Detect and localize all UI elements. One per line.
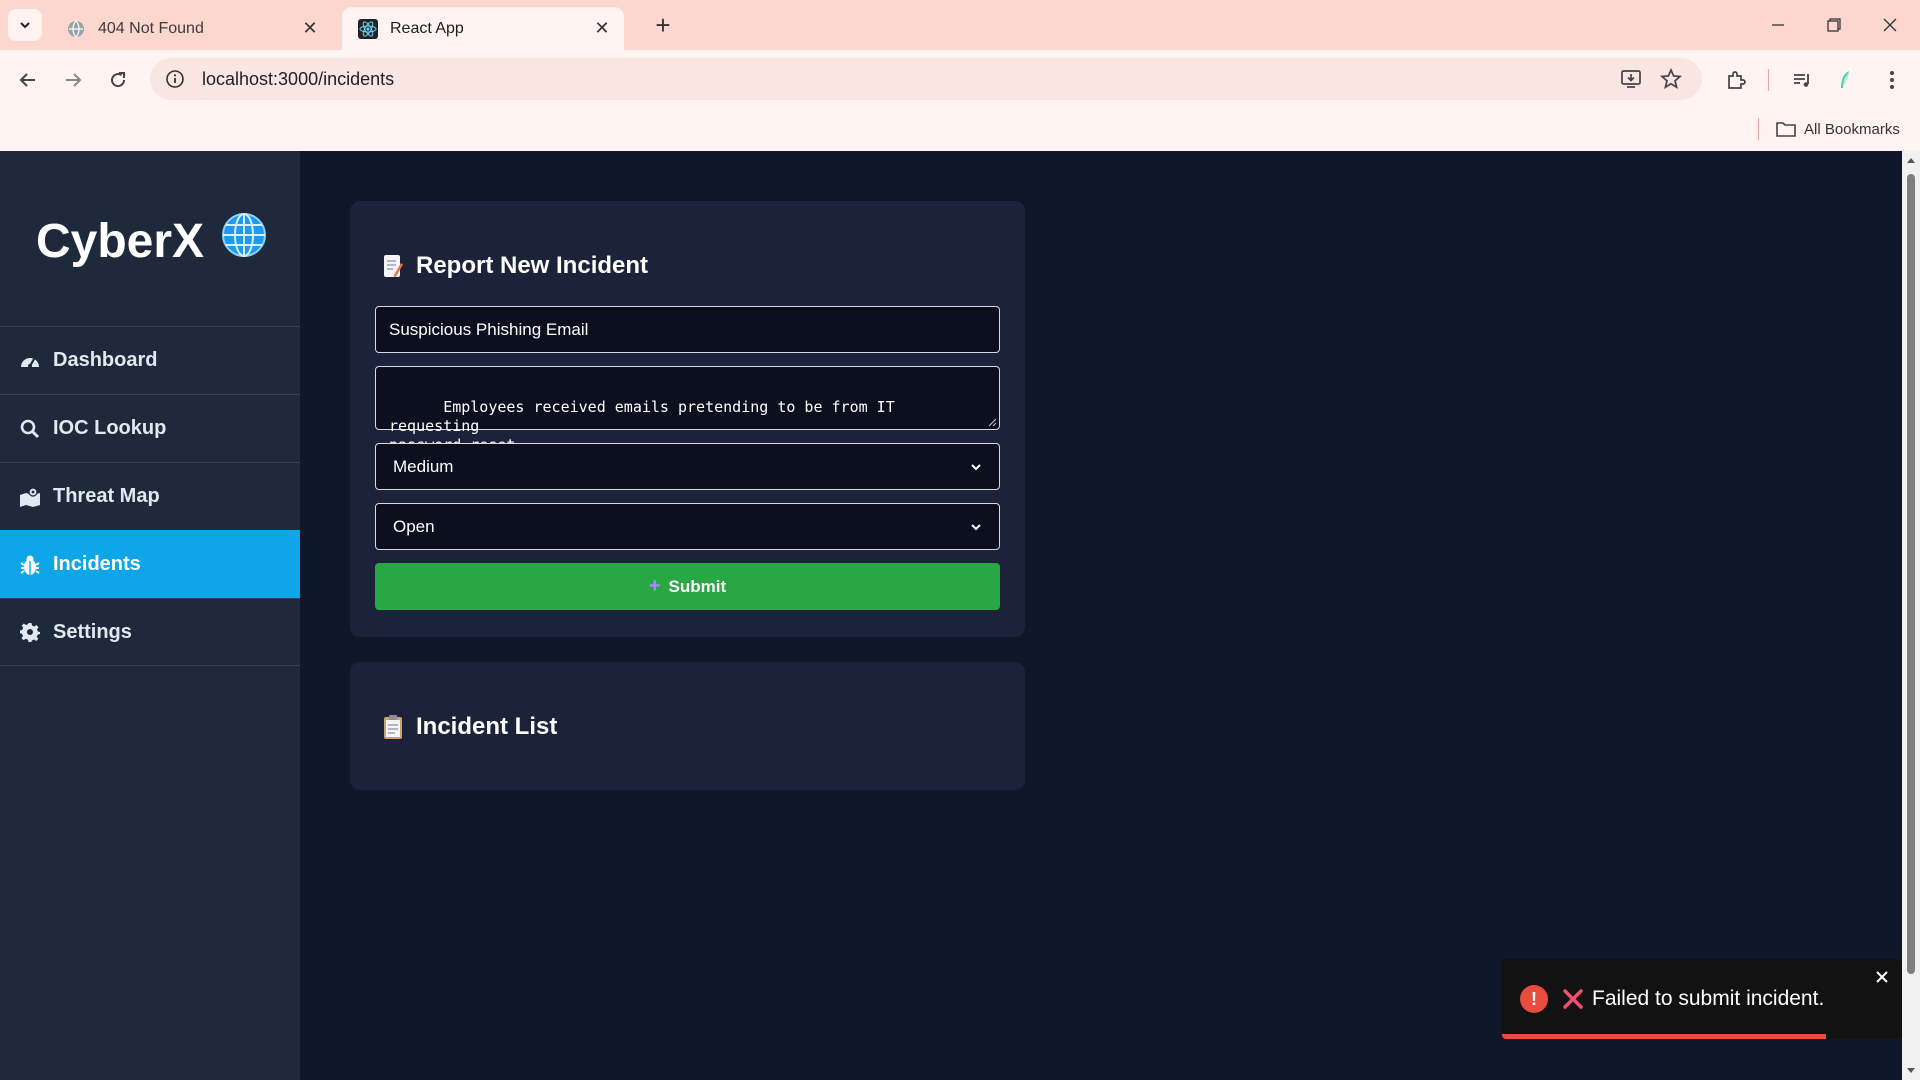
tab-react-app[interactable]: React App ✕ — [342, 7, 624, 50]
close-icon[interactable]: ✕ — [592, 18, 612, 39]
scroll-up-icon[interactable] — [1906, 155, 1916, 165]
incident-title-value: Suspicious Phishing Email — [389, 319, 589, 339]
all-bookmarks-label: All Bookmarks — [1804, 120, 1900, 138]
error-toast: ! Failed to submit incident. — [1502, 959, 1902, 1039]
bookmark-star-icon[interactable] — [1650, 58, 1692, 100]
search-icon — [19, 418, 41, 440]
sidebar-item-label: Threat Map — [53, 485, 160, 507]
chrome-menu-button[interactable] — [1874, 62, 1910, 98]
card-title-text: Report New Incident — [416, 252, 649, 279]
toolbar-divider — [1768, 69, 1769, 91]
react-icon — [358, 18, 378, 39]
alert-circle-icon: ! — [1520, 985, 1548, 1013]
report-incident-card: Report New Incident Suspicious Phishing … — [350, 201, 1025, 637]
tab-title: 404 Not Found — [98, 19, 204, 37]
close-icon[interactable]: ✕ — [300, 18, 320, 39]
sidebar-item-label: IOC Lookup — [53, 417, 167, 439]
media-playlist-icon — [1794, 74, 1809, 87]
sidebar-item-threat-map[interactable]: Threat Map — [0, 462, 300, 530]
cross-mark-icon — [1560, 986, 1586, 1012]
sidebar: CyberX Dashboard IOC Lookup Threat Map I… — [0, 151, 300, 1080]
submit-button[interactable]: + Submit — [375, 563, 1000, 610]
browser-tab-bar: 404 Not Found ✕ React App ✕ + — [0, 0, 1920, 50]
close-icon — [1883, 18, 1897, 32]
submit-label: Submit — [668, 576, 727, 596]
window-close-button[interactable] — [1862, 0, 1918, 50]
new-tab-button[interactable]: + — [648, 10, 678, 40]
plus-icon: + — [648, 575, 661, 597]
folder-icon — [1776, 122, 1796, 137]
scroll-down-icon[interactable] — [1906, 1066, 1916, 1076]
sidebar-item-ioc-lookup[interactable]: IOC Lookup — [0, 394, 300, 462]
reload-button[interactable] — [100, 62, 136, 98]
bug-icon — [19, 554, 41, 576]
arrow-right-icon — [66, 73, 82, 87]
card-title: Report New Incident — [380, 252, 648, 280]
sidebar-item-label: Settings — [53, 620, 132, 643]
brand-logo[interactable]: CyberX — [36, 211, 268, 271]
chevron-down-icon — [971, 523, 981, 530]
sidebar-item-label: Incidents — [53, 553, 141, 575]
tab-404-not-found[interactable]: 404 Not Found ✕ — [50, 7, 332, 50]
extensions-button[interactable] — [1718, 62, 1754, 98]
feather-icon — [1841, 71, 1850, 89]
gear-icon — [19, 621, 41, 643]
restore-icon — [1827, 18, 1841, 32]
sidebar-item-incidents[interactable]: Incidents — [0, 530, 300, 598]
profile-button[interactable] — [1828, 62, 1864, 98]
puzzle-icon — [1728, 71, 1746, 89]
clipboard-icon — [380, 714, 406, 740]
kebab-menu-icon — [1890, 71, 1894, 89]
sidebar-item-dashboard[interactable]: Dashboard — [0, 326, 300, 394]
reload-icon — [111, 72, 126, 88]
severity-select[interactable]: Medium — [375, 443, 1000, 490]
back-button[interactable] — [10, 62, 46, 98]
severity-value: Medium — [393, 456, 454, 476]
forward-button[interactable] — [55, 62, 91, 98]
globe-icon — [220, 211, 268, 271]
chevron-down-icon — [971, 463, 981, 470]
app-viewport: CyberX Dashboard IOC Lookup Threat Map I… — [0, 151, 1920, 1080]
memo-icon — [380, 253, 406, 279]
incident-list-card: Incident List — [350, 662, 1025, 790]
chevron-down-icon — [20, 22, 30, 29]
card-title: Incident List — [380, 713, 557, 741]
media-controls-button[interactable] — [1784, 62, 1820, 98]
sidebar-item-settings[interactable]: Settings — [0, 598, 300, 666]
site-info-icon[interactable] — [154, 58, 196, 100]
page-scrollbar[interactable] — [1902, 151, 1920, 1080]
minimize-button[interactable] — [1750, 0, 1806, 50]
globe-icon — [66, 19, 86, 39]
close-icon[interactable] — [1872, 967, 1892, 987]
tab-search-button[interactable] — [8, 9, 42, 41]
status-select[interactable]: Open — [375, 503, 1000, 550]
map-icon — [19, 486, 41, 508]
brand-name: CyberX — [36, 214, 205, 268]
sidebar-item-label: Dashboard — [53, 349, 158, 371]
tab-title: React App — [390, 19, 464, 37]
restore-button[interactable] — [1806, 0, 1862, 50]
incident-title-input[interactable]: Suspicious Phishing Email — [375, 306, 1000, 353]
browser-toolbar: localhost:3000/incidents — [0, 50, 1920, 108]
address-bar[interactable]: localhost:3000/incidents — [150, 58, 1702, 100]
all-bookmarks-button[interactable]: All Bookmarks — [1776, 116, 1900, 142]
bookmarks-divider — [1758, 118, 1759, 140]
scrollbar-thumb[interactable] — [1907, 174, 1915, 974]
url-text[interactable]: localhost:3000/incidents — [202, 69, 1702, 90]
bookmarks-bar: All Bookmarks — [0, 108, 1920, 151]
arrow-left-icon — [19, 73, 35, 87]
status-value: Open — [393, 516, 435, 536]
install-app-icon[interactable] — [1610, 58, 1652, 100]
sidebar-nav: Dashboard IOC Lookup Threat Map Incident… — [0, 326, 300, 666]
toast-message: Failed to submit incident. — [1592, 987, 1825, 1010]
minimize-icon — [1772, 24, 1784, 26]
tachometer-icon — [19, 350, 41, 372]
toast-progress-bar — [1502, 1034, 1826, 1039]
incident-description-textarea[interactable]: Employees received emails pretending to … — [375, 366, 1000, 454]
resize-handle-icon[interactable] — [988, 418, 997, 427]
card-title-text: Incident List — [416, 713, 558, 740]
